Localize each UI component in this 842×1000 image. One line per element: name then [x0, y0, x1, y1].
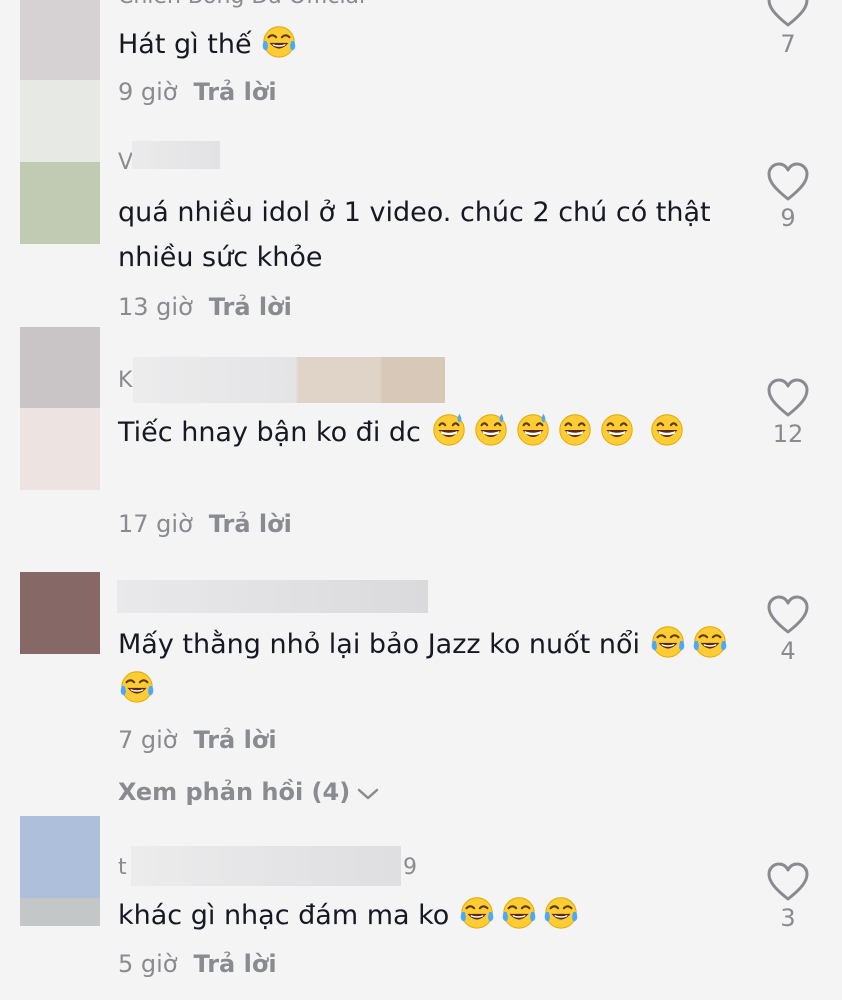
heart-outline-icon — [765, 595, 811, 635]
comment-username[interactable]: Chien Bong Da Official — [118, 0, 365, 9]
comment-text: Mấy thằng nhỏ lại bảo Jazz ko nuốt nổi — [118, 622, 758, 712]
like-button[interactable]: 7 — [765, 0, 811, 58]
avatar[interactable] — [20, 327, 100, 490]
heart-outline-icon — [765, 862, 811, 902]
laugh-tears-emoji — [691, 622, 729, 660]
comment-meta: 17 giờ Trả lời — [118, 510, 292, 538]
grin-sweat-emoji — [472, 410, 510, 448]
heart-outline-icon — [765, 162, 811, 202]
laugh-tears-emoji — [458, 893, 496, 931]
comment-time: 9 giờ — [118, 78, 178, 106]
grin-emoji — [648, 410, 686, 448]
comment-time: 7 giờ — [118, 726, 178, 754]
laugh-tears-emoji — [118, 667, 156, 705]
comment-time: 17 giờ — [118, 510, 193, 538]
reply-button[interactable]: Trả lời — [193, 950, 276, 978]
comment-text: Hát gì thế — [118, 22, 718, 67]
laugh-tears-emoji — [542, 893, 580, 931]
grin-emoji — [598, 410, 636, 448]
comment-meta: 5 giờ Trả lời — [118, 950, 277, 978]
comment-username[interactable]: t — [118, 855, 127, 880]
avatar[interactable] — [20, 162, 100, 244]
view-replies-label: Xem phản hồi (4) — [118, 778, 351, 806]
reply-button[interactable]: Trả lời — [193, 78, 276, 106]
blurred-username — [133, 357, 445, 403]
comment-meta: 9 giờ Trả lời — [118, 78, 277, 106]
laugh-tears-emoji — [649, 622, 687, 660]
avatar[interactable] — [20, 816, 100, 926]
comment-text: quá nhiều idol ở 1 video. chúc 2 chú có … — [118, 197, 711, 273]
heart-outline-icon — [765, 378, 811, 418]
view-replies-button[interactable]: Xem phản hồi (4) — [118, 778, 380, 806]
grin-sweat-emoji — [514, 410, 552, 448]
comment-time: 13 giờ — [118, 293, 193, 321]
like-count: 7 — [780, 30, 796, 58]
blurred-username — [117, 580, 428, 613]
like-button[interactable]: 3 — [765, 862, 811, 932]
laugh-tears-emoji — [500, 893, 538, 931]
like-count: 4 — [780, 637, 796, 665]
laugh-tears-emoji — [260, 22, 298, 60]
grin-emoji — [556, 410, 594, 448]
grin-sweat-emoji — [430, 410, 468, 448]
comment-time: 5 giờ — [118, 950, 178, 978]
like-count: 9 — [780, 204, 796, 232]
comment-meta: 7 giờ Trả lời — [118, 726, 277, 754]
comment-username-end: 9 — [403, 855, 417, 880]
blurred-username — [131, 846, 401, 886]
reply-button[interactable]: Trả lời — [209, 510, 292, 538]
like-count: 3 — [780, 904, 796, 932]
avatar[interactable] — [20, 572, 100, 654]
chevron-down-icon — [350, 778, 380, 806]
reply-button[interactable]: Trả lời — [193, 726, 276, 754]
comment-text: khác gì nhạc đám ma ko — [118, 893, 718, 938]
like-button[interactable]: 9 — [765, 162, 811, 232]
heart-outline-icon — [765, 0, 811, 28]
like-button[interactable]: 12 — [765, 378, 811, 448]
comment-username[interactable]: K — [118, 368, 132, 393]
avatar[interactable] — [20, 0, 100, 162]
comment-text: Tiếc hnay bận ko đi dc — [118, 410, 718, 455]
reply-button[interactable]: Trả lời — [209, 293, 292, 321]
like-count: 12 — [772, 420, 804, 448]
comment-meta: 13 giờ Trả lời — [118, 293, 292, 321]
like-button[interactable]: 4 — [765, 595, 811, 665]
comment-username[interactable]: V — [118, 150, 133, 175]
blurred-username — [132, 141, 220, 169]
